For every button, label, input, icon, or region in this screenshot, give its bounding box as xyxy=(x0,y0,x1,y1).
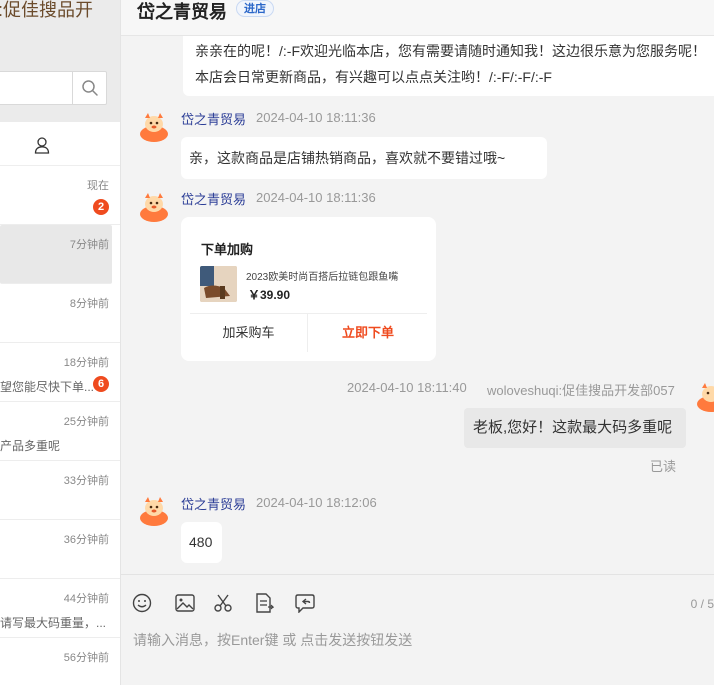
contact-icon xyxy=(34,137,50,154)
conversation-time: 33分钟前 xyxy=(63,475,109,487)
conversation-time: 7分钟前 xyxy=(69,239,109,251)
conversation-time: 36分钟前 xyxy=(63,534,109,546)
conversation-time: 56分钟前 xyxy=(63,652,109,664)
product-name[interactable]: 2023欧美时尚百搭后拉链包跟鱼嘴 xyxy=(246,268,418,283)
conversation-panel: :促佳搜品开 现在 2 7分钟前 8分钟前 18分钟前 望您能尽快下单... 6… xyxy=(0,0,121,685)
message-text: 亲，这款商品是店铺热销商品，喜欢就不要错过哦~ xyxy=(189,150,506,166)
message-time: 2024-04-10 18:12:06 xyxy=(256,495,377,510)
image-button[interactable] xyxy=(174,592,196,614)
message-sender: 岱之青贸易 xyxy=(181,192,247,207)
quick-phrase-button[interactable] xyxy=(253,592,275,614)
welcome-text: 亲亲在的呢！/:-F欢迎光临本店，您有需要请随时通知我！这边很乐意为您服务呢！本… xyxy=(195,43,706,85)
contact-tabs xyxy=(0,122,120,166)
conversation-time: 44分钟前 xyxy=(63,593,109,605)
conversation-item[interactable]: 44分钟前 请写最大码重量，... xyxy=(0,579,120,638)
search-button[interactable] xyxy=(72,72,106,104)
message-text: 480 xyxy=(189,534,213,550)
account-title: :促佳搜品开 xyxy=(0,0,94,20)
conversation-preview: 请写最大码重量，... xyxy=(0,616,107,630)
message-time: 2024-04-10 18:11:36 xyxy=(256,110,376,125)
shop-name: 岱之青贸易 xyxy=(137,2,227,22)
conversation-item[interactable]: 33分钟前 xyxy=(0,461,120,520)
app: :促佳搜品开 现在 2 7分钟前 8分钟前 18分钟前 望您能尽快下单... 6… xyxy=(0,0,714,685)
screenshot-button[interactable] xyxy=(212,592,234,614)
conversation-preview: 望您能尽快下单... xyxy=(0,380,95,394)
image-icon xyxy=(175,594,195,612)
search-input[interactable] xyxy=(0,78,69,98)
unread-badge: 6 xyxy=(93,376,109,392)
welcome-message: 亲亲在的呢！/:-F欢迎光临本店，您有需要请随时通知我！这边很乐意为您服务呢！本… xyxy=(183,36,714,96)
message-text: 老板,您好！这款最大码多重呢 xyxy=(473,419,673,436)
conversation-time: 25分钟前 xyxy=(63,416,109,428)
message-bubble: 亲，这款商品是店铺热销商品，喜欢就不要错过哦~ xyxy=(181,137,547,179)
history-icon xyxy=(295,594,315,613)
char-counter: 0 / 5 xyxy=(690,597,714,611)
read-status: 已读 xyxy=(650,459,677,474)
message-bubble: 480 xyxy=(181,522,222,563)
document-icon xyxy=(256,593,274,613)
shop-avatar xyxy=(138,494,170,526)
my-message-bubble: 老板,您好！这款最大码多重呢 xyxy=(464,408,686,448)
conversation-list: 现在 2 7分钟前 8分钟前 18分钟前 望您能尽快下单... 6 25分钟前 … xyxy=(0,166,120,685)
message-composer: 0 / 5 xyxy=(121,574,714,685)
message-sender: 岱之青贸易 xyxy=(181,497,247,512)
message-input[interactable] xyxy=(133,627,693,653)
shop-avatar-icon xyxy=(140,497,168,526)
unread-badge: 2 xyxy=(93,199,109,215)
chat-header: 岱之青贸易 进店 xyxy=(121,0,714,36)
conversation-time: 18分钟前 xyxy=(63,357,109,369)
conversation-item[interactable]: 8分钟前 xyxy=(0,284,120,343)
emoji-icon xyxy=(132,593,152,613)
message-time: 2024-04-10 18:11:40 xyxy=(347,380,467,395)
search-icon xyxy=(81,80,98,96)
conversation-time: 现在 xyxy=(87,180,109,192)
scissors-icon xyxy=(214,594,232,612)
user-avatar-icon xyxy=(697,383,714,412)
conversation-item[interactable]: 36分钟前 xyxy=(0,520,120,579)
emoji-button[interactable] xyxy=(131,592,153,614)
order-now-button[interactable]: 立即下单 xyxy=(309,314,427,352)
message-time: 2024-04-10 18:11:36 xyxy=(256,190,376,205)
shop-avatar xyxy=(138,190,170,222)
shop-avatar-icon xyxy=(140,113,168,142)
add-to-cart-button[interactable]: 加采购车 xyxy=(190,314,308,352)
sandal-icon xyxy=(200,266,237,302)
message-sender: 岱之青贸易 xyxy=(181,112,247,127)
conversation-item-active[interactable]: 7分钟前 xyxy=(0,225,112,284)
conversation-time: 8分钟前 xyxy=(69,298,109,310)
shop-avatar-icon xyxy=(140,193,168,222)
product-image[interactable] xyxy=(200,266,237,302)
chat-panel: 岱之青贸易 进店 亲亲在的呢！/:-F欢迎光临本店，您有需要请随时通知我！这边很… xyxy=(121,0,714,685)
conversation-item[interactable]: 18分钟前 望您能尽快下单... 6 xyxy=(0,343,120,402)
history-button[interactable] xyxy=(294,592,316,614)
order-card: 下单加购 2023欧美时尚百搭后拉链包跟鱼嘴 ￥39.90 加采购车 立即下单 xyxy=(181,217,436,361)
shop-avatar xyxy=(138,110,170,142)
conversation-item[interactable]: 25分钟前 产品多重呢 xyxy=(0,402,120,461)
conversation-preview: 产品多重呢 xyxy=(0,439,61,453)
contacts-tab[interactable] xyxy=(34,137,50,159)
my-avatar xyxy=(695,380,714,412)
left-header: :促佳搜品开 xyxy=(0,0,120,122)
card-title: 下单加购 xyxy=(201,242,254,257)
message-sender: woloveshuqi:促佳搜品开发部057 xyxy=(487,383,675,398)
conversation-item[interactable]: 现在 2 xyxy=(0,166,120,225)
conversation-item[interactable]: 56分钟前 xyxy=(0,638,120,685)
search-box[interactable] xyxy=(0,71,107,105)
product-price: ￥39.90 xyxy=(248,288,291,302)
enter-shop-button[interactable]: 进店 xyxy=(236,0,274,17)
